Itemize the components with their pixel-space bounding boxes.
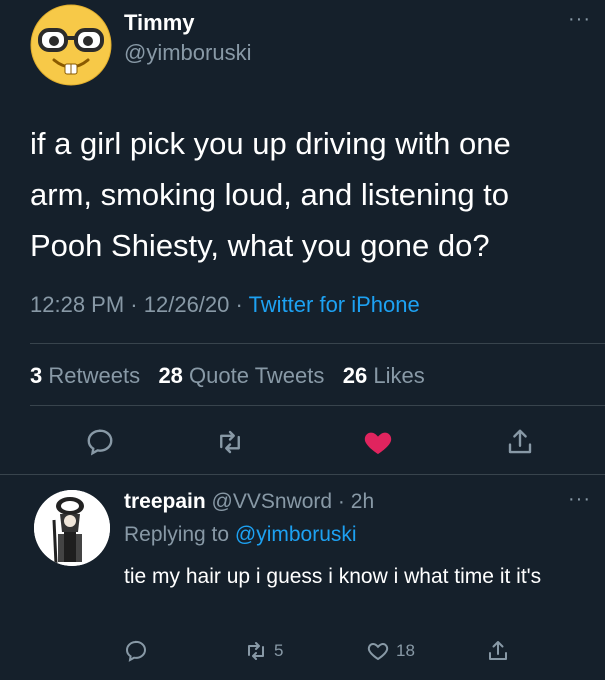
quotes-stat[interactable]: 28 Quote Tweets bbox=[158, 363, 324, 388]
likes-stat[interactable]: 26 Likes bbox=[343, 363, 425, 388]
author-name[interactable]: Timmy bbox=[124, 10, 195, 36]
share-button[interactable] bbox=[500, 422, 540, 462]
tweet-meta: 12:28 PM · 12/26/20 · Twitter for iPhone bbox=[30, 292, 420, 318]
replying-to-prefix: Replying to bbox=[124, 523, 230, 546]
reply-age[interactable]: 2h bbox=[351, 490, 374, 513]
retweets-label: Retweets bbox=[48, 363, 141, 388]
reply-avatar[interactable] bbox=[34, 490, 110, 566]
reply-author-handle[interactable]: @VVSnword bbox=[212, 490, 333, 513]
reply-text: tie my hair up i guess i know i what tim… bbox=[124, 565, 542, 588]
replying-to-handle[interactable]: @yimboruski bbox=[235, 523, 357, 546]
retweet-arrows-icon bbox=[220, 430, 240, 454]
divider bbox=[0, 474, 605, 475]
like-button[interactable] bbox=[358, 422, 398, 462]
tweet-time: 12:28 PM bbox=[30, 292, 125, 317]
reply-like-count: 18 bbox=[396, 641, 415, 660]
tweet-stats: 3 Retweets 28 Quote Tweets 26 Likes bbox=[30, 363, 425, 389]
tweet-text: if a girl pick you up driving with one a… bbox=[30, 126, 511, 263]
heart-icon bbox=[364, 432, 392, 454]
nerd-face-avatar-icon[interactable] bbox=[30, 4, 112, 86]
author-handle[interactable]: @yimboruski bbox=[124, 40, 251, 66]
reply-reply-button[interactable] bbox=[124, 636, 148, 666]
comment-bubble-icon bbox=[87, 429, 113, 456]
meta-separator: · bbox=[235, 292, 249, 317]
meta-separator: · bbox=[332, 490, 351, 513]
character-avatar-icon bbox=[34, 490, 110, 566]
likes-count: 26 bbox=[342, 363, 368, 388]
reply-author-name[interactable]: treepain bbox=[124, 490, 206, 513]
reply-retweet-count: 5 bbox=[274, 641, 284, 660]
comment-bubble-icon bbox=[125, 640, 147, 662]
divider bbox=[30, 405, 605, 406]
more-options-icon[interactable]: ··· bbox=[568, 8, 591, 31]
reply-button[interactable] bbox=[80, 422, 120, 462]
replying-to: Replying to @yimboruski bbox=[124, 523, 357, 547]
tweet-date[interactable]: 12/26/20 bbox=[144, 292, 230, 317]
reply-retweet-button[interactable]: 5 bbox=[244, 636, 283, 666]
reply-more-options-icon[interactable]: ··· bbox=[568, 488, 591, 511]
share-arrow-icon bbox=[489, 641, 507, 660]
retweets-stat[interactable]: 3 Retweets bbox=[30, 363, 140, 388]
quotes-count: 28 bbox=[158, 363, 183, 388]
meta-separator: · bbox=[130, 292, 144, 317]
reply-like-button[interactable]: 18 bbox=[366, 636, 415, 666]
retweets-count: 3 bbox=[30, 363, 43, 388]
reply-actions: 5 18 bbox=[0, 636, 605, 666]
heart-icon bbox=[367, 642, 389, 661]
divider bbox=[30, 343, 605, 344]
tweet-actions bbox=[0, 422, 605, 462]
share-arrow-icon bbox=[508, 429, 532, 454]
reply-share-button[interactable] bbox=[486, 636, 510, 666]
tweet-source-link[interactable]: Twitter for iPhone bbox=[249, 292, 420, 317]
reply-header: treepain @VVSnword · 2h bbox=[124, 490, 374, 514]
retweet-button[interactable] bbox=[210, 422, 250, 462]
quotes-label: Quote Tweets bbox=[189, 363, 325, 388]
likes-label: Likes bbox=[373, 363, 425, 388]
retweet-arrows-icon bbox=[248, 642, 264, 660]
